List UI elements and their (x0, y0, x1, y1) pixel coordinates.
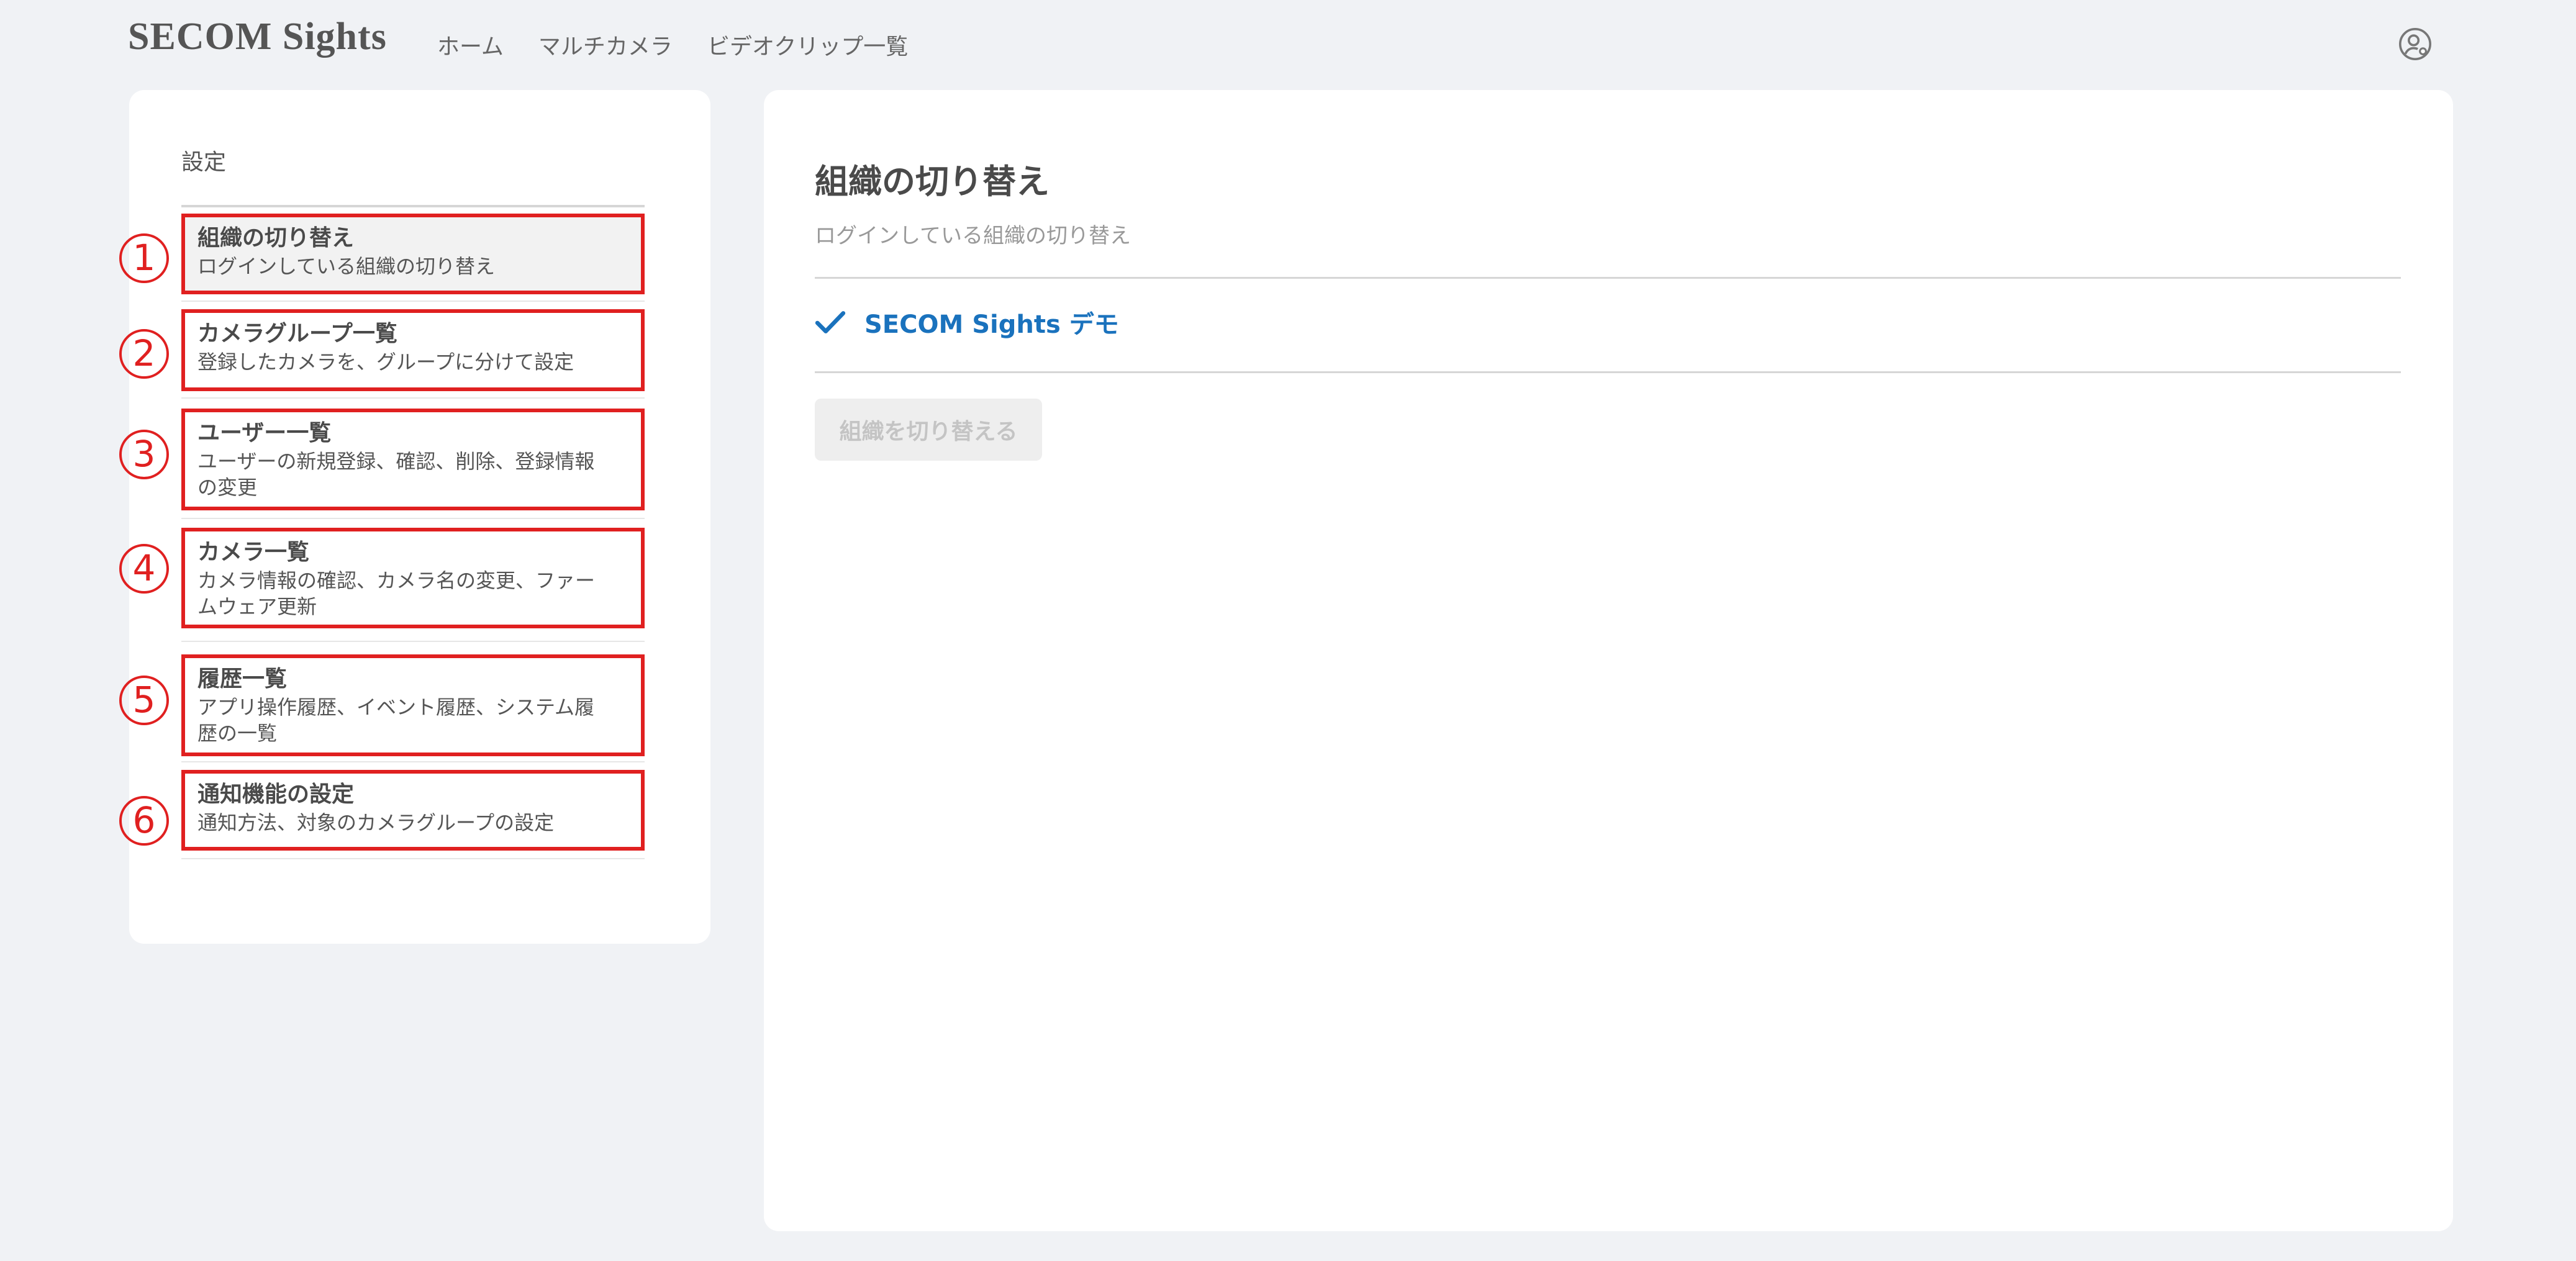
page-subtitle: ログインしている組織の切り替え (815, 224, 1131, 248)
annotation-number: 3 (119, 430, 169, 479)
annotation-number: 4 (119, 544, 169, 594)
divider (815, 277, 2401, 279)
divider (181, 205, 645, 207)
divider (181, 397, 645, 399)
check-icon (815, 311, 846, 333)
settings-title: 設定 (181, 150, 227, 175)
sidebar-item-desc: ログインしている組織の切り替え (197, 255, 496, 278)
nav-multi-camera[interactable]: マルチカメラ (538, 29, 673, 61)
page-title: 組織の切り替え (815, 162, 1050, 201)
app-logo[interactable]: SECOM Sights (128, 15, 387, 59)
divider (181, 761, 645, 762)
sidebar-item-camera-groups[interactable]: カメラグループ一覧 登録したカメラを、グループに分けて設定 (181, 309, 645, 391)
annotation-number: 1 (119, 233, 169, 283)
organization-name: SECOM Sights デモ (864, 310, 1119, 339)
sidebar-item-org-switch[interactable]: 組織の切り替え ログインしている組織の切り替え (181, 214, 645, 294)
divider (181, 518, 645, 519)
sidebar-item-notifications[interactable]: 通知機能の設定 通知方法、対象のカメラグループの設定 (181, 770, 645, 851)
sidebar-item-history[interactable]: 履歴一覧 アプリ操作履歴、イベント履歴、システム履歴の一覧 (181, 654, 645, 756)
switch-organization-button[interactable]: 組織を切り替える (815, 399, 1042, 461)
main-content-panel (764, 90, 2453, 1231)
sidebar-item-desc: 登録したカメラを、グループに分けて設定 (197, 350, 574, 374)
sidebar-item-title: ユーザー一覧 (197, 420, 332, 446)
sidebar-item-desc: カメラ情報の確認、カメラ名の変更、ファームウェア更新 (197, 569, 596, 618)
sidebar-item-desc: 通知方法、対象のカメラグループの設定 (197, 811, 555, 834)
divider (815, 371, 2401, 373)
nav-video-clips[interactable]: ビデオクリップ一覧 (707, 29, 908, 61)
annotation-number: 2 (119, 329, 169, 379)
sidebar-item-title: カメラ一覧 (197, 540, 310, 565)
sidebar-item-title: カメラグループ一覧 (197, 321, 397, 346)
top-nav: ホーム マルチカメラ ビデオクリップ一覧 (437, 29, 908, 61)
sidebar-item-desc: アプリ操作履歴、イベント履歴、システム履歴の一覧 (197, 695, 595, 745)
user-gear-icon[interactable] (2397, 26, 2433, 62)
divider (181, 641, 645, 642)
sidebar-item-users[interactable]: ユーザー一覧 ユーザーの新規登録、確認、削除、登録情報の変更 (181, 409, 645, 510)
nav-home[interactable]: ホーム (437, 29, 504, 61)
annotation-number: 5 (119, 676, 169, 725)
sidebar-item-cameras[interactable]: カメラ一覧 カメラ情報の確認、カメラ名の変更、ファームウェア更新 (181, 528, 645, 628)
annotation-number: 6 (119, 796, 169, 846)
divider (181, 301, 645, 302)
organization-option[interactable]: SECOM Sights デモ (815, 304, 1119, 340)
sidebar-item-title: 通知機能の設定 (197, 782, 355, 807)
sidebar-item-desc: ユーザーの新規登録、確認、削除、登録情報の変更 (197, 450, 595, 499)
sidebar-item-title: 組織の切り替え (197, 225, 355, 251)
sidebar-item-title: 履歴一覧 (197, 666, 288, 692)
divider (181, 858, 645, 859)
